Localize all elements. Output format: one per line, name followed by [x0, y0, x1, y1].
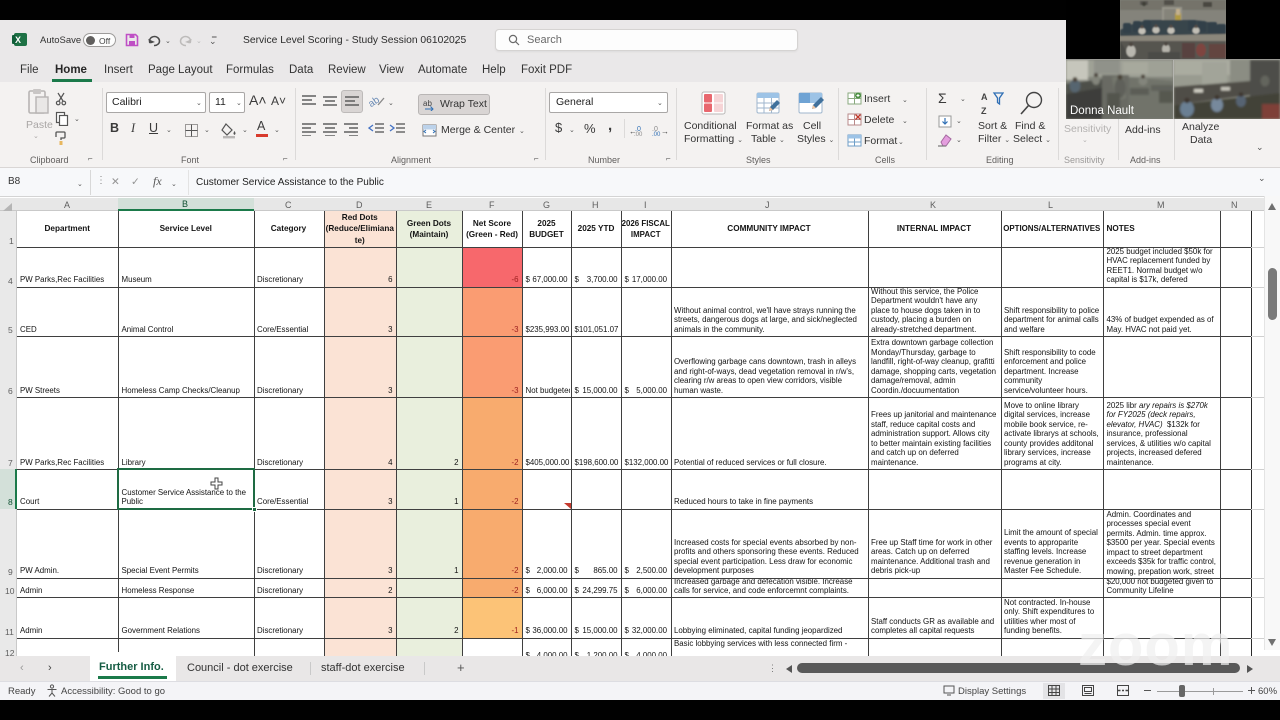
svg-text:A: A: [981, 92, 988, 102]
svg-text:→: →: [661, 127, 669, 136]
svg-text:Donna Nault: Donna Nault: [1070, 105, 1135, 117]
svg-text:Z: Z: [981, 106, 987, 116]
svg-text:.00: .00: [652, 132, 661, 136]
svg-text:.00: .00: [634, 132, 643, 136]
